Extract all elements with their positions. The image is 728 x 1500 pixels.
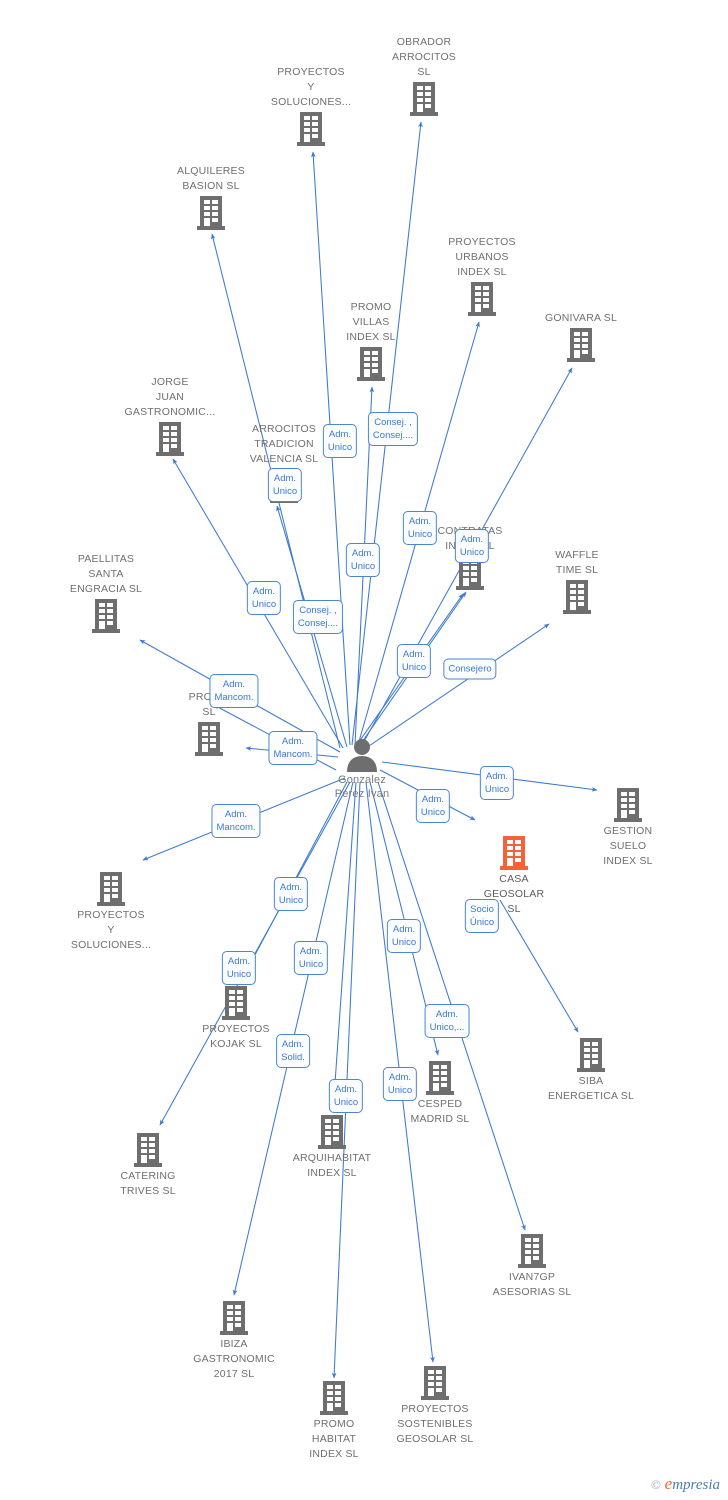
building-icon[interactable] — [454, 835, 574, 871]
building-icon[interactable] — [88, 1132, 208, 1168]
relation-label[interactable]: Adm. Unico — [273, 877, 309, 911]
relation-label[interactable]: Adm. Unico — [345, 543, 381, 577]
brand-name: mpresia — [672, 1477, 720, 1493]
empresia-watermark: © empresia — [651, 1474, 720, 1494]
building-icon[interactable] — [151, 195, 271, 231]
entity-node-n_proyectos_sostenibles_geosolar[interactable]: PROYECTOS SOSTENIBLES GEOSOLAR SL — [375, 1365, 495, 1447]
entity-node-n_proyectos_soluciones_top[interactable]: PROYECTOS Y SOLUCIONES... — [251, 65, 371, 147]
entity-node-n_promo_villas_index[interactable]: PROMO VILLAS INDEX SL — [311, 300, 431, 382]
entity-node-n_arquihabitat_index[interactable]: ARQUIHABITAT INDEX SL — [272, 1114, 392, 1181]
building-icon[interactable] — [110, 421, 230, 457]
relation-label[interactable]: Adm. Unico — [382, 1067, 418, 1101]
building-icon[interactable] — [176, 985, 296, 1021]
building-icon[interactable] — [149, 721, 269, 757]
entity-label: SIBA ENERGETICA SL — [547, 1075, 635, 1102]
building-icon[interactable] — [568, 787, 688, 823]
entity-label: PROYECTOS SOSTENIBLES GEOSOLAR SL — [396, 1403, 474, 1445]
entity-label: CATERING TRIVES SL — [120, 1170, 176, 1197]
relation-label[interactable]: Adm. Unico — [402, 511, 438, 545]
entity-node-n_gonivara[interactable]: GONIVARA SL — [521, 311, 641, 363]
entity-label: PROYECTOS Y SOLUCIONES... — [70, 909, 152, 951]
entity-label: PROMO VILLAS INDEX SL — [346, 301, 396, 343]
entity-label: WAFFLE TIME SL — [555, 549, 599, 576]
entity-label: PAELLITAS SANTA ENGRACIA SL — [69, 553, 143, 595]
entity-node-n_catering_trives[interactable]: CATERING TRIVES SL — [88, 1132, 208, 1199]
entity-node-n_proyectos_urbanos_index[interactable]: PROYECTOS URBANOS INDEX SL — [422, 235, 542, 317]
building-icon[interactable] — [521, 327, 641, 363]
person-icon[interactable] — [302, 738, 422, 772]
entity-node-n_jorge_juan_gastronomic[interactable]: JORGE JUAN GASTRONOMIC... — [110, 375, 230, 457]
relation-label[interactable]: Adm. Mancom. — [209, 674, 259, 708]
building-icon[interactable] — [272, 1114, 392, 1150]
entity-label: PROYECTOS URBANOS INDEX SL — [448, 236, 516, 278]
center-person-node[interactable]: Gonzalez Perez Ivan — [302, 738, 422, 801]
relation-label[interactable]: Adm. Unico — [396, 644, 432, 678]
relation-label[interactable]: Consej. , Consej.... — [367, 412, 419, 446]
relation-label[interactable]: Adm. Unico — [386, 919, 422, 953]
relation-label[interactable]: Adm. Unico — [415, 789, 451, 823]
relation-label[interactable]: Adm. Unico — [328, 1079, 364, 1113]
entity-node-n_alquileres_basion[interactable]: ALQUILERES BASION SL — [151, 164, 271, 231]
entity-label: ARQUIHABITAT INDEX SL — [292, 1152, 372, 1179]
entity-label: OBRADOR ARROCITOS SL — [391, 36, 457, 78]
building-icon[interactable] — [174, 1300, 294, 1336]
entity-label: PROYECTOS Y SOLUCIONES... — [270, 66, 352, 108]
relation-label[interactable]: Adm. Mancom. — [211, 804, 261, 838]
relation-label[interactable]: Consejero — [443, 658, 497, 680]
building-icon[interactable] — [311, 346, 431, 382]
relation-label[interactable]: Adm. Unico — [293, 941, 329, 975]
relation-label[interactable]: Adm. Unico — [479, 766, 515, 800]
entity-label: CESPED MADRID SL — [410, 1098, 470, 1125]
entity-node-n_siba_energetica[interactable]: SIBA ENERGETICA SL — [531, 1037, 651, 1104]
center-person-label: Gonzalez Perez Ivan — [334, 774, 390, 800]
entity-label: IVAN7GP ASESORIAS SL — [492, 1271, 572, 1298]
entity-node-n_gestion_suelo_index[interactable]: GESTION SUELO INDEX SL — [568, 787, 688, 869]
relationship-edge — [499, 899, 579, 1033]
copyright-symbol: © — [651, 1477, 661, 1492]
relation-label[interactable]: Consej. , Consej.... — [292, 600, 344, 634]
building-icon[interactable] — [517, 579, 637, 615]
building-icon[interactable] — [46, 598, 166, 634]
relation-label[interactable]: Adm. Unico — [246, 581, 282, 615]
relation-label[interactable]: Adm. Unico — [454, 529, 490, 563]
entity-node-n_obrador_arrocitos[interactable]: OBRADOR ARROCITOS SL — [364, 35, 484, 117]
relation-label[interactable]: Adm. Unico — [267, 468, 303, 502]
building-icon[interactable] — [364, 81, 484, 117]
entity-node-n_proyectos_soluciones_left[interactable]: PROYECTOS Y SOLUCIONES... — [51, 871, 171, 953]
entity-node-n_paellitas_santa_engracia[interactable]: PAELLITAS SANTA ENGRACIA SL — [46, 552, 166, 634]
relation-label[interactable]: Adm. Unico — [322, 424, 358, 458]
entity-label: IBIZA GASTRONOMIC 2017 SL — [193, 1338, 275, 1380]
entity-node-n_ibiza_gastronomic[interactable]: IBIZA GASTRONOMIC 2017 SL — [174, 1300, 294, 1382]
entity-label: GESTION SUELO INDEX SL — [603, 825, 653, 867]
entity-label: GONIVARA SL — [544, 312, 618, 324]
building-icon[interactable] — [375, 1365, 495, 1401]
relation-label[interactable]: Adm. Unico — [221, 951, 257, 985]
relation-label[interactable]: Adm. Solid. — [276, 1034, 310, 1068]
relationship-edge — [365, 623, 550, 749]
building-icon[interactable] — [251, 111, 371, 147]
entity-label: ALQUILERES BASION SL — [177, 165, 245, 192]
relation-label[interactable]: Adm. Mancom. — [268, 731, 318, 765]
building-icon[interactable] — [472, 1233, 592, 1269]
entity-node-n_ivan7gp_asesorias[interactable]: IVAN7GP ASESORIAS SL — [472, 1233, 592, 1300]
building-icon[interactable] — [51, 871, 171, 907]
entity-node-n_waffle_time[interactable]: WAFFLE TIME SL — [517, 548, 637, 615]
relation-label[interactable]: Adm. Unico,... — [424, 1004, 470, 1038]
relationship-diagram-canvas[interactable]: PROYECTOS Y SOLUCIONES... OBRADOR ARROCIT… — [0, 0, 728, 1500]
entity-label: JORGE JUAN GASTRONOMIC... — [124, 376, 216, 418]
relation-label[interactable]: Socio Único — [464, 899, 500, 933]
building-icon[interactable] — [531, 1037, 651, 1073]
